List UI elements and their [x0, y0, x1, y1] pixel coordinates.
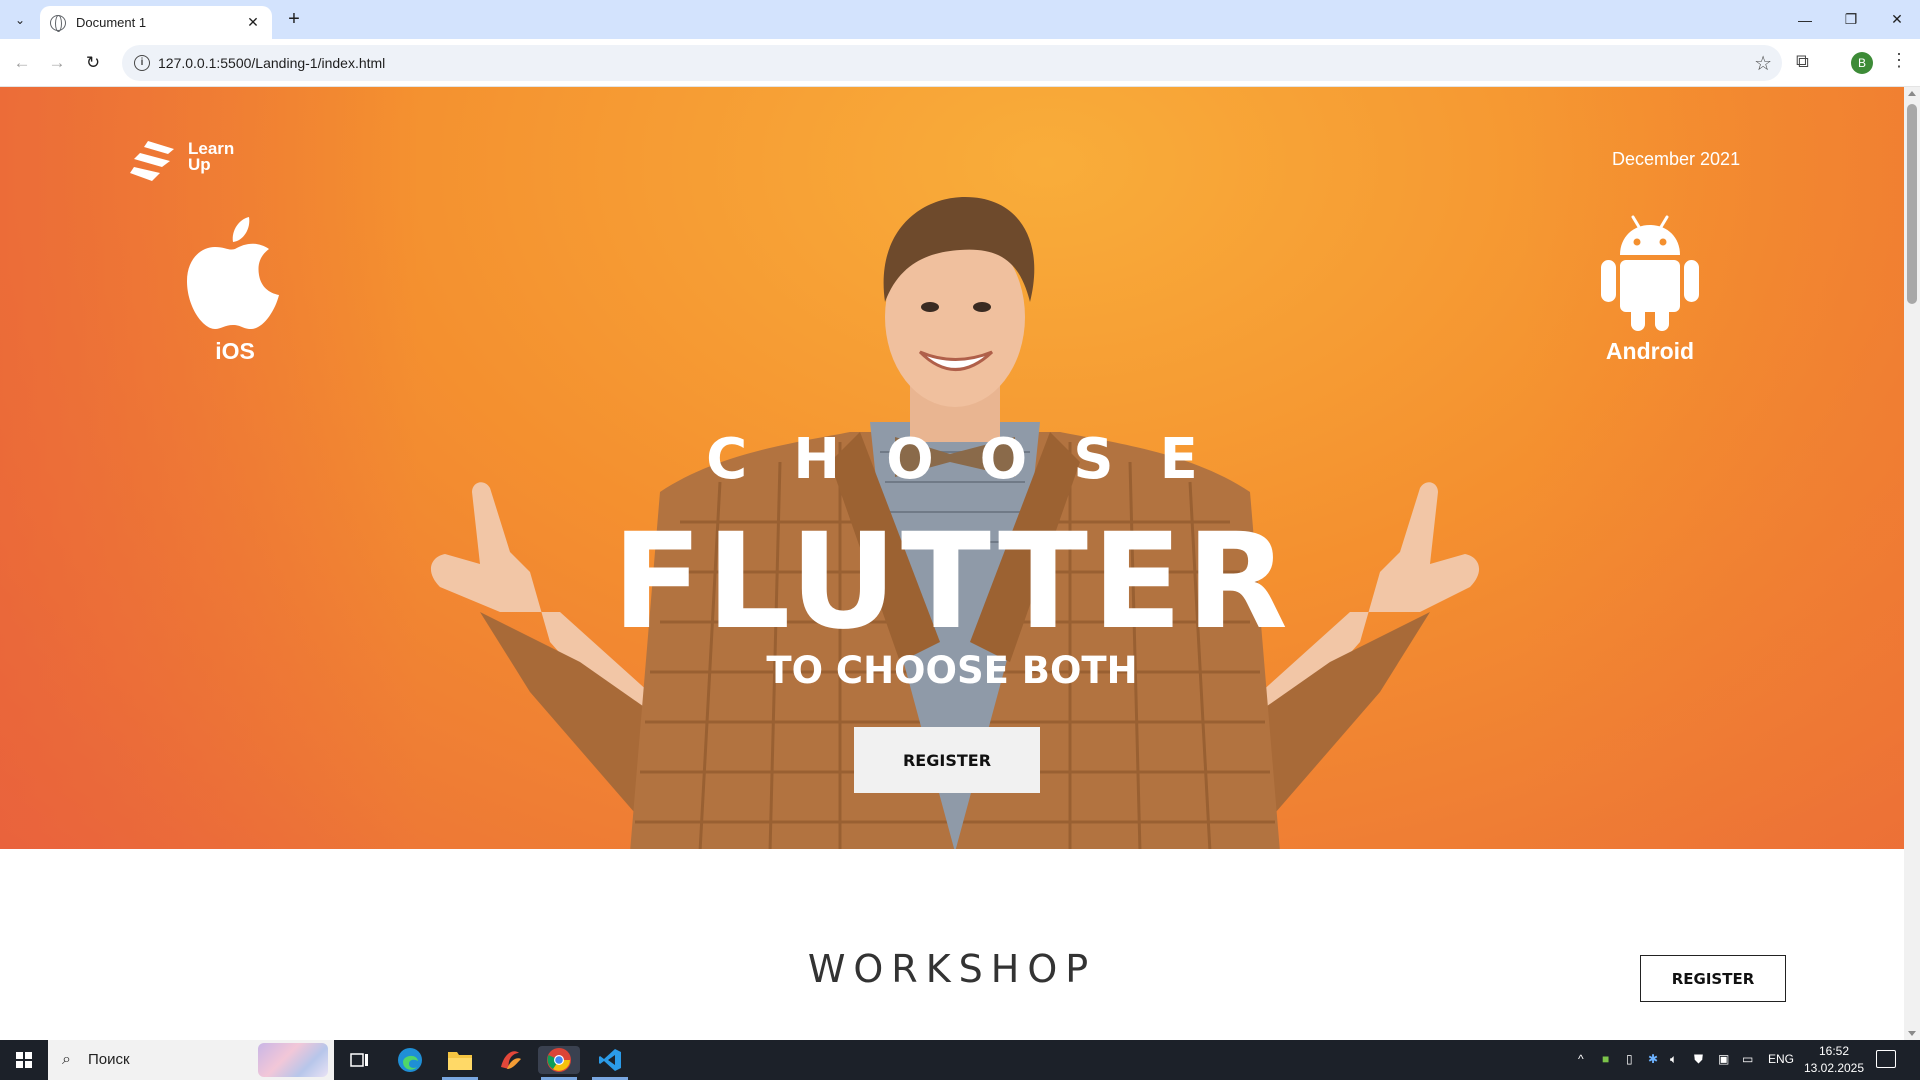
hero-section: Learn Up December 2021 iOS Android CHOOS…: [0, 87, 1904, 849]
hero-subtitle: TO CHOOSE BOTH: [766, 649, 1138, 692]
minimize-button[interactable]: —: [1782, 0, 1828, 39]
taskbar-search-placeholder: Поиск: [88, 1051, 130, 1068]
android-icon: [1601, 215, 1699, 331]
hero-register-button[interactable]: REGISTER: [854, 727, 1040, 793]
language-indicator[interactable]: ENG: [1768, 1052, 1794, 1066]
clock-date: 13.02.2025: [1803, 1061, 1865, 1075]
file-explorer-icon[interactable]: [446, 1046, 474, 1074]
platform-ios: iOS: [180, 215, 290, 365]
event-date: December 2021: [1612, 149, 1741, 169]
tab-title: Document 1: [76, 15, 147, 30]
bluetooth-icon[interactable]: ✱: [1648, 1052, 1658, 1066]
apple-icon: [187, 217, 279, 329]
profile-avatar[interactable]: B: [1851, 52, 1873, 74]
logo-wordmark: Learn Up: [188, 140, 234, 174]
ios-label: iOS: [215, 338, 255, 364]
chrome-icon[interactable]: [538, 1046, 580, 1074]
page-scrollbar[interactable]: [1904, 87, 1920, 1040]
clock-time: 16:52: [1818, 1044, 1850, 1058]
globe-icon: [50, 14, 66, 32]
search-highlight-image: [258, 1043, 328, 1077]
task-view-icon[interactable]: [346, 1046, 374, 1074]
back-arrow-icon[interactable]: ←: [10, 51, 34, 75]
usb-tray-icon[interactable]: ▯: [1626, 1052, 1633, 1066]
address-bar-url[interactable]: 127.0.0.1:5500/Landing-1/index.html: [158, 55, 385, 71]
start-button[interactable]: [0, 1040, 48, 1080]
notification-center-icon[interactable]: [1876, 1050, 1896, 1068]
tray-overflow-chevron-icon[interactable]: ^: [1578, 1052, 1584, 1066]
logo-text-up: Up: [188, 155, 211, 174]
app-red-icon[interactable]: [496, 1046, 524, 1074]
learnup-logo-icon: [130, 141, 174, 181]
address-bar[interactable]: i 127.0.0.1:5500/Landing-1/index.html ☆: [122, 45, 1782, 81]
bookmark-star-icon[interactable]: ☆: [1754, 51, 1772, 76]
scrollbar-thumb[interactable]: [1907, 104, 1917, 304]
nvidia-tray-icon[interactable]: ■: [1602, 1052, 1609, 1066]
security-shield-icon[interactable]: ⛊: [1694, 1052, 1703, 1067]
platform-android: Android: [1590, 215, 1710, 365]
hero-flutter-heading: FLUTTER: [612, 505, 1292, 659]
taskbar-clock[interactable]: 16:52 13.02.2025: [1796, 1043, 1872, 1077]
windows-logo-icon: [16, 1052, 32, 1068]
browser-tab-active[interactable]: Document 1 ✕: [40, 6, 272, 39]
browser-menu-icon[interactable]: ⋮: [1890, 50, 1908, 71]
scroll-down-arrow-icon[interactable]: [1908, 1031, 1916, 1036]
new-tab-button[interactable]: +: [282, 8, 306, 32]
site-info-icon[interactable]: i: [134, 55, 150, 71]
restore-button[interactable]: ❐: [1828, 0, 1874, 39]
reload-icon[interactable]: ↻: [81, 51, 105, 75]
browser-toolbar: ← → ↻ i 127.0.0.1:5500/Landing-1/index.h…: [0, 39, 1920, 87]
tab-search-chevron-icon[interactable]: ⌄: [8, 8, 32, 32]
search-icon: ⌕: [62, 1051, 71, 1068]
browser-tab-strip: ⌄ Document 1 ✕ + — ❐ ✕: [0, 0, 1920, 39]
network-icon[interactable]: ▭: [1742, 1052, 1753, 1066]
tab-close-icon[interactable]: ✕: [244, 14, 262, 31]
windows-taskbar: ⌕ Поиск ^ ■ ▯ ✱ 🔈︎ ⛊ ▣ ▭ ENG 16:52 13.02…: [0, 1040, 1920, 1080]
vscode-icon[interactable]: [596, 1046, 624, 1074]
scroll-up-arrow-icon[interactable]: [1908, 91, 1916, 96]
volume-icon[interactable]: 🔈︎: [1670, 1052, 1677, 1067]
close-window-button[interactable]: ✕: [1874, 0, 1920, 39]
learnup-logo[interactable]: Learn Up: [130, 139, 250, 183]
workshop-register-button[interactable]: REGISTER: [1640, 955, 1786, 1002]
edge-browser-icon[interactable]: [396, 1046, 424, 1074]
forward-arrow-icon[interactable]: →: [45, 51, 69, 75]
workshop-title: WORKSHOP: [807, 947, 1097, 991]
android-label: Android: [1605, 338, 1695, 364]
hero-choose-text: CHOOSE: [706, 427, 1244, 492]
display-tray-icon[interactable]: ▣: [1718, 1052, 1729, 1066]
extensions-puzzle-icon[interactable]: ⧉: [1796, 51, 1809, 72]
page-viewport: Learn Up December 2021 iOS Android CHOOS…: [0, 87, 1904, 1040]
taskbar-search-box[interactable]: ⌕ Поиск: [48, 1040, 334, 1080]
